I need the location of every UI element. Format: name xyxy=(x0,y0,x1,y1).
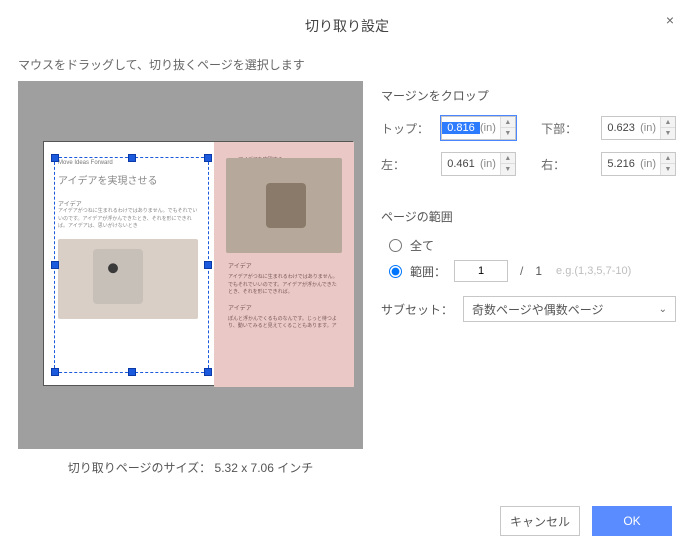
input-page-range[interactable] xyxy=(454,260,508,282)
section-page-range: ページの範囲 xyxy=(381,208,676,225)
radio-page-range[interactable] xyxy=(389,265,402,278)
total-pages: 1 xyxy=(535,264,542,278)
ok-button[interactable]: OK xyxy=(592,506,672,536)
crop-handle-mid-left[interactable] xyxy=(51,261,59,269)
page-range-example: e.g.(1,3,5,7-10) xyxy=(556,265,631,277)
label-bottom: 下部： xyxy=(541,120,591,137)
spin-up-icon[interactable]: ▲ xyxy=(501,117,515,128)
dialog-title: 切り取り設定 xyxy=(305,18,389,34)
radio-all-pages[interactable] xyxy=(389,239,402,252)
crop-size-readout: 切り取りページのサイズ： 5.32 x 7.06 インチ xyxy=(18,449,363,476)
spin-down-icon[interactable]: ▼ xyxy=(661,164,675,175)
spin-up-icon[interactable]: ▲ xyxy=(501,153,515,164)
label-right: 右： xyxy=(541,156,591,173)
crop-handle-top-right[interactable] xyxy=(204,154,212,162)
spin-down-icon[interactable]: ▼ xyxy=(501,164,515,175)
label-page-range: 範囲： xyxy=(410,263,446,280)
close-icon[interactable]: × xyxy=(666,12,674,28)
cancel-button[interactable]: キャンセル xyxy=(500,506,580,536)
spin-down-icon[interactable]: ▼ xyxy=(661,128,675,139)
input-margin-bottom[interactable]: 0.623 (in) ▲ ▼ xyxy=(601,116,676,140)
label-top: トップ： xyxy=(381,120,431,137)
chevron-down-icon: ⌄ xyxy=(659,304,667,315)
input-margin-left[interactable]: 0.461 (in) ▲ ▼ xyxy=(441,152,516,176)
input-margin-right[interactable]: 5.216 (in) ▲ ▼ xyxy=(601,152,676,176)
label-subset: サブセット： xyxy=(381,301,453,318)
crop-handle-top-left[interactable] xyxy=(51,154,59,162)
label-left: 左： xyxy=(381,156,431,173)
spin-down-icon[interactable]: ▼ xyxy=(501,128,515,139)
input-margin-top[interactable]: 0.816 (in) ▲ ▼ xyxy=(441,116,516,140)
select-subset[interactable]: 奇数ページや偶数ページ ⌄ xyxy=(463,296,676,322)
dialog-instruction: マウスをドラッグして、切り抜くページを選択します xyxy=(0,42,694,81)
spin-up-icon[interactable]: ▲ xyxy=(661,153,675,164)
crop-handle-bottom-mid[interactable] xyxy=(128,368,136,376)
crop-handle-top-mid[interactable] xyxy=(128,154,136,162)
crop-handle-bottom-left[interactable] xyxy=(51,368,59,376)
label-all-pages: 全て xyxy=(410,237,434,254)
crop-handle-mid-right[interactable] xyxy=(204,261,212,269)
crop-preview[interactable]: Move Ideas Forward アイデアを実現させる アイデア アイデアが… xyxy=(18,81,363,449)
dialog-titlebar: 切り取り設定 × xyxy=(0,0,694,42)
preview-photo-right xyxy=(226,158,342,253)
spin-up-icon[interactable]: ▲ xyxy=(661,117,675,128)
crop-rectangle[interactable] xyxy=(54,157,209,373)
section-margins: マージンをクロップ xyxy=(381,87,676,104)
crop-handle-bottom-right[interactable] xyxy=(204,368,212,376)
